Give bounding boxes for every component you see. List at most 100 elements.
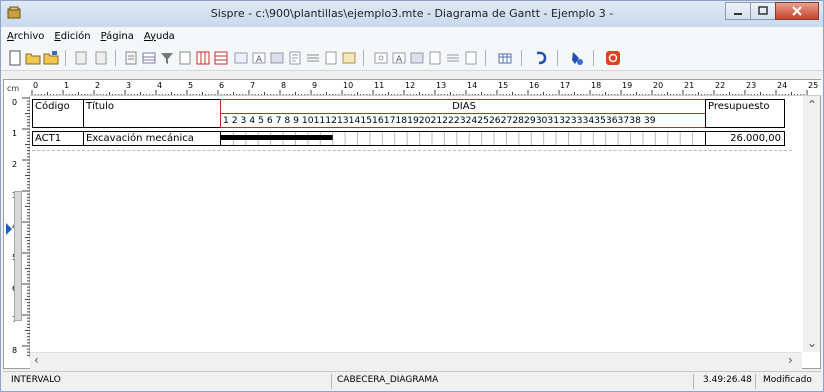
header-presupuesto[interactable]: Presupuesto [705, 99, 785, 128]
menu-archivo[interactable]: Archivo [7, 31, 44, 42]
gantt-canvas: Código Título DIAS 1 2 3 4 5 6 7 8 9 101… [30, 96, 800, 356]
toolbar-separator [557, 50, 558, 66]
cell-gantt[interactable] [220, 131, 706, 146]
header-titulo[interactable]: Título [83, 99, 221, 128]
horizontal-ruler-svg: 0 1 2 3 4 5 6 7 8 9 10 11 12 13 14 15 16 17 18 19 20 21 22 23 24… [31, 81, 818, 95]
ruler-label: 22 [715, 81, 725, 90]
toolbar-separator [485, 50, 486, 66]
ruler-label: 3 [126, 81, 131, 90]
open-icon[interactable] [25, 50, 41, 66]
cell-presupuesto[interactable]: 26.000,00 [705, 131, 785, 146]
status-state: Modificado [763, 375, 812, 385]
menu-rest: uda [156, 30, 175, 42]
ruler-label: 19 [622, 81, 632, 90]
svg-text:A: A [396, 55, 403, 65]
scroll-left-icon[interactable]: ‹ [34, 353, 39, 367]
image-icon[interactable] [233, 50, 249, 66]
menu-pagina[interactable]: Página [101, 31, 134, 42]
stop-icon[interactable] [605, 50, 621, 66]
title-bar: Sispre - c:\900\plantillas\ejemplo3.mte … [1, 1, 823, 27]
ruler-label: 4 [157, 81, 162, 90]
row-marker-icon[interactable] [6, 223, 12, 235]
status-separator [755, 374, 756, 389]
scroll-down-icon[interactable]: ⌄ [807, 336, 817, 350]
grid-blue-icon[interactable] [213, 50, 229, 66]
ruler-label: 11 [374, 81, 384, 90]
horizontal-scrollbar[interactable]: ‹ › [30, 352, 802, 369]
copy-icon[interactable] [73, 50, 89, 66]
undo-icon[interactable] [533, 50, 549, 66]
zoom-icon[interactable] [373, 50, 389, 66]
minimize-button[interactable] [725, 2, 751, 20]
ruler-label: 20 [653, 81, 663, 90]
gantt-grid [221, 132, 694, 145]
maximize-button[interactable] [750, 2, 776, 20]
ruler-label: 25 [808, 81, 818, 90]
filter-icon[interactable] [159, 50, 175, 66]
align-icon[interactable] [287, 50, 303, 66]
scroll-right-icon[interactable]: › [788, 353, 793, 367]
ruler-unit: cm [7, 84, 20, 93]
frame-icon[interactable] [269, 50, 285, 66]
ruler-label: 9 [312, 81, 317, 90]
sheet-icon[interactable] [341, 50, 357, 66]
header-day-numbers[interactable]: 1 2 3 4 5 6 7 8 9 1011121314151617181920… [220, 113, 706, 128]
minimize-icon [734, 13, 742, 15]
text-icon[interactable]: A [251, 50, 267, 66]
header-codigo[interactable]: Código [32, 99, 84, 128]
scroll-up-icon[interactable]: ⌃ [807, 98, 817, 112]
header-dias[interactable]: DIAS [220, 99, 706, 114]
sort-icon[interactable] [445, 50, 461, 66]
columns-icon[interactable] [305, 50, 321, 66]
menu-bar: Archivo Edición Página Ayuda [1, 27, 823, 45]
app-window: Sispre - c:\900\plantillas\ejemplo3.mte … [0, 0, 824, 392]
svg-text:A: A [256, 55, 263, 65]
table-icon[interactable] [141, 50, 157, 66]
ruler-label: 1 [64, 81, 69, 90]
vertical-ruler: 012345678 [4, 96, 30, 358]
ruler-label: 18 [591, 81, 601, 90]
toolbar-separator [363, 50, 364, 66]
ruler-label: 24 [777, 81, 787, 90]
font-icon[interactable]: A [391, 50, 407, 66]
help-icon[interactable] [569, 50, 585, 66]
print-icon[interactable] [123, 50, 139, 66]
new-icon[interactable] [7, 50, 23, 66]
toolbar-separator [115, 50, 116, 66]
ruler-label: 21 [684, 81, 694, 90]
gantt-bar [221, 135, 333, 140]
maximize-icon [758, 6, 768, 15]
toolbar: A A [1, 45, 823, 71]
ruler-label: 8 [12, 346, 17, 355]
menu-rest: ágina [106, 30, 134, 42]
menu-ayuda[interactable]: Ayuda [144, 31, 175, 42]
window-title: Sispre - c:\900\plantillas\ejemplo3.mte … [210, 7, 614, 20]
ruler-label: 16 [529, 81, 539, 90]
close-icon [792, 6, 802, 16]
export-icon[interactable] [409, 50, 425, 66]
document-area: cm 0 1 2 3 4 5 6 7 8 9 10 11 12 13 14 15 16 17 18 19 20 21 22 2… [3, 79, 822, 369]
list-icon[interactable] [463, 50, 479, 66]
cell-titulo[interactable]: Excavación mecánica [83, 131, 221, 146]
ruler-label: 15 [498, 81, 508, 90]
save-icon[interactable] [43, 50, 59, 66]
window-controls [725, 2, 819, 20]
calendar-icon[interactable] [497, 50, 513, 66]
menu-edicion[interactable]: Edición [54, 31, 90, 42]
status-separator [693, 374, 694, 389]
vertical-ruler-slider[interactable] [14, 191, 22, 321]
page-icon[interactable] [177, 50, 193, 66]
report-icon[interactable] [427, 50, 443, 66]
paste-icon[interactable] [93, 50, 109, 66]
ruler-label: 2 [95, 81, 100, 90]
ruler-label: 1 [12, 129, 17, 138]
grid-red-icon[interactable] [195, 50, 211, 66]
ruler-label: 12 [405, 81, 415, 90]
menu-rest: dición [60, 30, 91, 42]
status-separator [331, 374, 332, 389]
menu-accel: Ay [143, 30, 156, 42]
cell-codigo[interactable]: ACT1 [32, 131, 84, 146]
chart-icon[interactable] [323, 50, 339, 66]
vertical-scrollbar[interactable]: ⌃ ⌄ [803, 96, 820, 352]
close-button[interactable] [775, 2, 819, 20]
